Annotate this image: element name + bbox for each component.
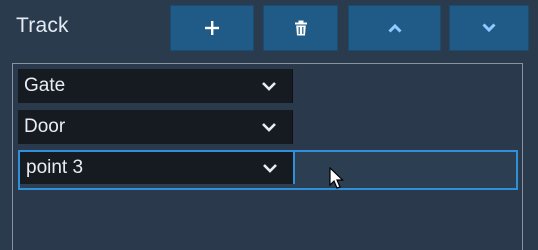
chevron-down-icon (262, 123, 276, 132)
list-item[interactable]: Door (18, 110, 518, 146)
move-up-button[interactable] (348, 5, 441, 51)
chevron-down-icon (482, 23, 496, 33)
move-down-button[interactable] (449, 5, 529, 51)
panel-title: Track (16, 14, 69, 37)
chevron-up-icon (387, 23, 402, 33)
add-point-button[interactable] (170, 5, 254, 51)
select-value: point 3 (26, 157, 84, 178)
select-value: Door (24, 116, 66, 137)
list-item-selected[interactable]: point 3 (18, 150, 518, 190)
delete-point-button[interactable] (263, 5, 338, 51)
chevron-down-icon (262, 82, 276, 91)
trash-icon (294, 20, 307, 36)
point-select[interactable]: point 3 (20, 152, 295, 184)
chevron-down-icon (263, 164, 277, 173)
plus-icon (205, 21, 219, 35)
point-select[interactable]: Gate (18, 69, 293, 103)
track-panel: Track Gate Door point 3 (0, 0, 538, 250)
track-point-list: Gate Door point 3 (12, 63, 523, 250)
mouse-pointer-icon (329, 167, 344, 189)
point-select[interactable]: Door (18, 110, 293, 144)
select-value: Gate (24, 75, 66, 96)
list-item[interactable]: Gate (18, 69, 518, 105)
